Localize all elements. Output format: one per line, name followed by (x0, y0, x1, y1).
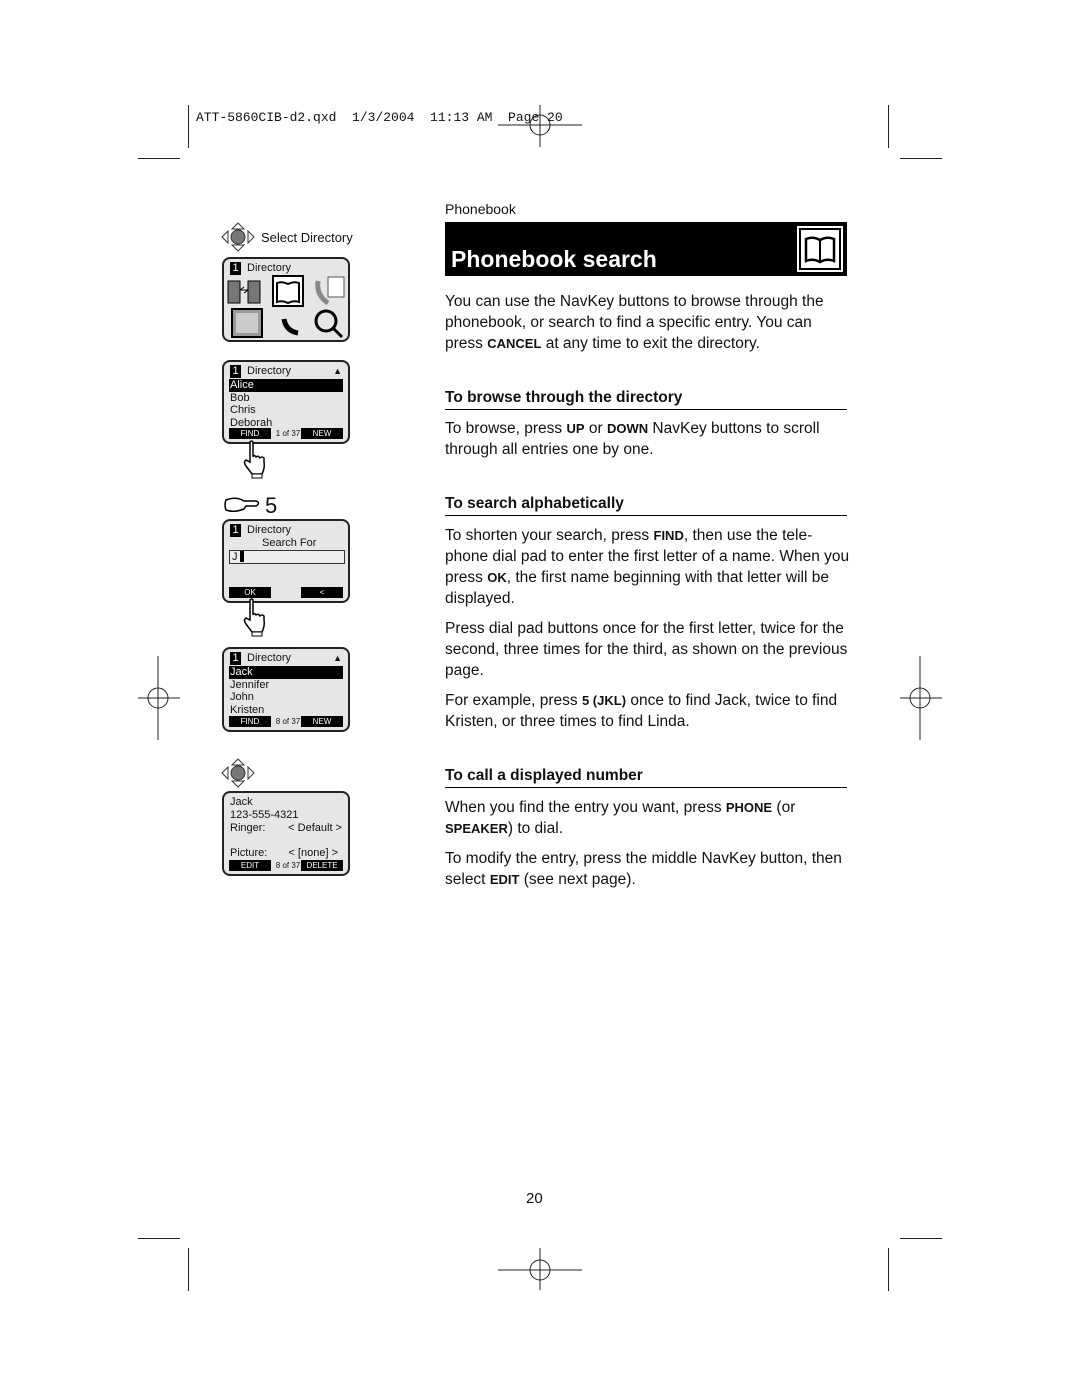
list-item: Jennifer (230, 679, 270, 691)
search-text-3: For example, press 5 (JKL) once to find … (445, 692, 838, 730)
crop-mark (900, 1238, 942, 1239)
book-icon (797, 226, 843, 272)
page-number: 20 (526, 1190, 543, 1207)
entry-name: Jack (230, 796, 253, 808)
manual-page: ATT-5860CIB-d2.qxd 1/3/2004 11:13 AM Pag… (0, 0, 1080, 1397)
phone-screen-entry: Jack 123-555-4321 Ringer: < Default > Pi… (222, 791, 350, 876)
intro-text: You can use the NavKey buttons to browse… (445, 293, 824, 352)
entry-count: 8 of 37 (275, 717, 301, 726)
select-directory-label: Select Directory (261, 230, 353, 245)
list-item: John (230, 691, 254, 703)
scroll-arrows-icon: ▲ (333, 653, 342, 663)
list-item: Chris (230, 404, 256, 416)
title-bar: Phonebook search (445, 222, 847, 276)
search-heading: To search alphabetically (445, 495, 847, 516)
softkey-new: NEW (301, 716, 343, 727)
list-item: Kristen (230, 704, 265, 716)
list-item: Bob (230, 392, 250, 404)
list-item: Alice (229, 379, 343, 392)
registration-mark-bottom (498, 1248, 582, 1290)
search-value: J (232, 551, 238, 563)
browse-heading: To browse through the directory (445, 389, 847, 410)
softkey-delete: DELETE (301, 860, 343, 871)
section-label: Phonebook (445, 201, 516, 217)
crop-mark (188, 105, 189, 148)
softkey-find: FIND (229, 716, 271, 727)
file-slug: ATT-5860CIB-d2.qxd 1/3/2004 11:13 AM Pag… (196, 110, 563, 125)
menu-icons (227, 275, 345, 339)
registration-mark-left (138, 656, 180, 740)
finger-press-icon (224, 497, 260, 513)
entry-count: 8 of 37 (275, 861, 301, 870)
call-heading: To call a displayed number (445, 767, 847, 788)
screen-title: Directory (247, 652, 292, 664)
line-number: 1 (230, 262, 241, 275)
softkey-ok: OK (229, 587, 271, 598)
phone-screen-directory-j: 1 Directory ▲ Jack Jennifer John Kristen … (222, 647, 350, 732)
softkey-find: FIND (229, 428, 271, 439)
softkey-back: < (301, 587, 343, 598)
screen-title: Directory (247, 262, 292, 274)
navkey-icon (221, 222, 255, 252)
crop-mark (888, 105, 889, 148)
search-text-2: Press dial pad buttons once for the firs… (445, 620, 848, 679)
line-number: 1 (230, 524, 241, 537)
registration-mark-right (900, 656, 942, 740)
search-prompt: Search For (262, 537, 317, 549)
crop-mark (900, 158, 942, 159)
screen-title: Directory (247, 524, 292, 536)
crop-mark (888, 1248, 889, 1291)
line-number: 1 (230, 365, 241, 378)
search-text-1: To shorten your search, press FIND, then… (445, 527, 850, 607)
crop-mark (188, 1248, 189, 1291)
navkey-icon (221, 758, 255, 788)
crop-mark (138, 158, 180, 159)
entry-number: 123-555-4321 (230, 809, 299, 821)
phone-screen-menu: 1 Directory (222, 257, 350, 342)
browse-text: To browse, press UP or DOWN NavKey butto… (445, 420, 820, 458)
scroll-arrows-icon: ▲ (333, 366, 342, 376)
ringer-value: < Default > (288, 822, 342, 834)
screen-title: Directory (247, 365, 292, 377)
search-field[interactable]: J (229, 550, 345, 564)
crop-mark (138, 1238, 180, 1239)
softkey-new: NEW (301, 428, 343, 439)
cursor (239, 551, 244, 562)
call-text-2: To modify the entry, press the middle Na… (445, 850, 842, 888)
phone-screen-directory-list: 1 Directory ▲ Alice Bob Chris Deborah FIN… (222, 360, 350, 444)
line-number: 1 (230, 652, 241, 665)
phone-screen-search: 1 Directory Search For J OK < (222, 519, 350, 603)
softkey-edit: EDIT (229, 860, 271, 871)
key-label: 5 (265, 493, 278, 518)
pointing-hand-icon (243, 598, 265, 637)
page-title: Phonebook search (451, 246, 657, 272)
entry-count: 1 of 37 (275, 429, 301, 438)
pointing-hand-icon (243, 440, 265, 479)
call-text-1: When you find the entry you want, press … (445, 799, 796, 837)
list-item: Jack (229, 666, 343, 679)
picture-value: < [none] > (288, 847, 338, 859)
